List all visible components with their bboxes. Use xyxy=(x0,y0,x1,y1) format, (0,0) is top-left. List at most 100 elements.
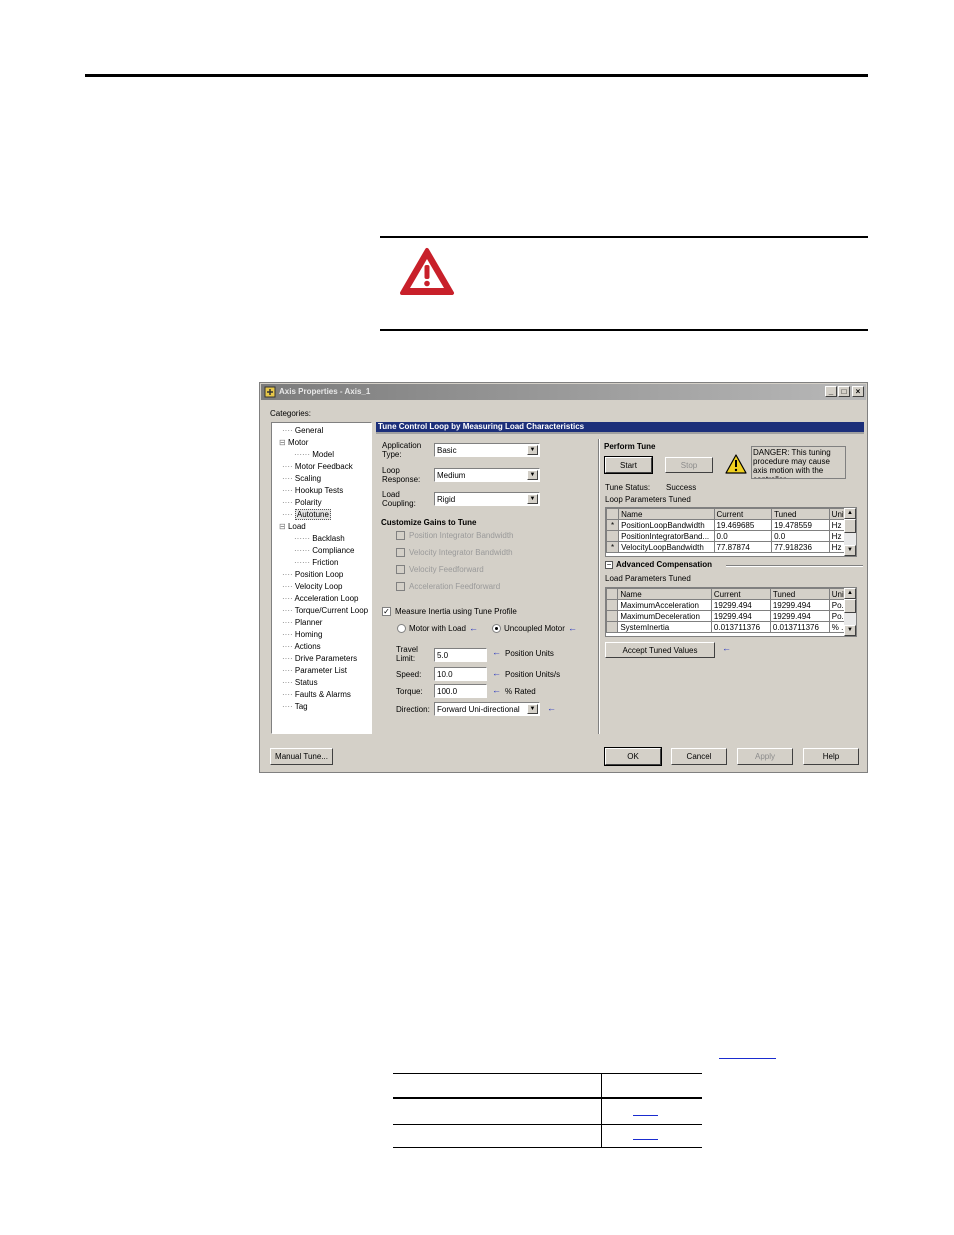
column-header[interactable]: Tuned xyxy=(769,588,830,600)
table-row[interactable]: * PositionLoopBandwidth 19.469685 19.478559… xyxy=(605,519,857,531)
table-row[interactable]: MaximumDeceleration 19299.494 19299.494 Po.… xyxy=(605,610,857,622)
category-item[interactable]: ······ Friction xyxy=(294,558,338,567)
load-parameters-grid[interactable]: Name Current Tuned Units MaximumAcceleration… xyxy=(605,587,857,637)
stop-button[interactable]: Stop xyxy=(665,457,713,473)
category-item[interactable]: ···· Acceleration Loop xyxy=(282,594,358,603)
category-item[interactable]: ···· Torque/Current Loop xyxy=(282,606,368,615)
category-item[interactable]: ···· Hookup Tests xyxy=(282,486,343,495)
load-coupling-select[interactable]: Rigid ▼ xyxy=(434,492,540,506)
load-grid-scrollbar[interactable]: ▲ ▼ xyxy=(844,588,856,636)
cross-reference-link-line[interactable] xyxy=(719,1058,776,1059)
chevron-down-icon[interactable]: ▼ xyxy=(527,704,538,714)
category-item[interactable]: ···· Velocity Loop xyxy=(282,582,342,591)
motor-with-load-radio[interactable] xyxy=(397,624,406,633)
chevron-down-icon[interactable]: ▼ xyxy=(527,445,538,455)
category-item[interactable]: ···· Drive Parameters xyxy=(282,654,357,663)
advanced-compensation-heading: Advanced Compensation xyxy=(616,560,713,569)
arrow-left-icon: ← xyxy=(547,703,556,713)
category-item[interactable]: ···· Homing xyxy=(282,630,322,639)
help-button[interactable]: Help xyxy=(803,748,859,765)
loop-parameters-grid[interactable]: Name Current Tuned Units * PositionLoopBandwi… xyxy=(605,507,857,557)
scroll-up-icon[interactable]: ▲ xyxy=(844,508,856,519)
close-button[interactable]: × xyxy=(852,386,864,397)
tree-branch-icon: ···· xyxy=(282,474,295,483)
cell-mark: * xyxy=(605,519,620,531)
table-row[interactable]: MaximumAcceleration 19299.494 19299.494 Po.… xyxy=(605,599,857,611)
doc-table-row-link[interactable] xyxy=(633,1115,658,1116)
direction-select[interactable]: Forward Uni-directional ▼ xyxy=(434,702,540,716)
cell-name: SystemInertia xyxy=(617,621,712,633)
category-item[interactable]: ······ Backlash xyxy=(294,534,345,543)
category-label: Homing xyxy=(294,630,323,639)
category-item[interactable]: ⊟ Motor xyxy=(279,438,308,447)
category-item[interactable]: ···· Polarity xyxy=(282,498,322,507)
loop-grid-scrollbar[interactable]: ▲ ▼ xyxy=(844,508,856,556)
column-header[interactable]: Tuned xyxy=(771,508,830,520)
column-header[interactable]: Current xyxy=(713,508,773,520)
start-button[interactable]: Start xyxy=(604,456,653,474)
ok-button[interactable]: OK xyxy=(604,747,662,766)
apply-button[interactable]: Apply xyxy=(737,748,793,765)
velocity-feedforward-checkbox[interactable] xyxy=(396,565,405,574)
gain-label: Velocity Integrator Bandwidth xyxy=(409,548,513,557)
category-item[interactable]: ···· Planner xyxy=(282,618,322,627)
doc-table-row-link[interactable] xyxy=(633,1139,658,1140)
category-item[interactable]: ···· Status xyxy=(282,678,318,687)
chevron-down-icon[interactable]: ▼ xyxy=(527,470,538,480)
panel-header: Tune Control Loop by Measuring Load Char… xyxy=(376,422,864,432)
speed-input[interactable]: 10.0 xyxy=(434,667,487,681)
acceleration-feedforward-checkbox[interactable] xyxy=(396,582,405,591)
manual-tune-button[interactable]: Manual Tune... xyxy=(270,748,333,765)
application-type-label-1: Application xyxy=(382,441,422,450)
column-header[interactable]: Current xyxy=(710,588,771,600)
chevron-down-icon[interactable]: ▼ xyxy=(527,494,538,504)
tree-branch-icon: ···· xyxy=(282,702,295,711)
velocity-integrator-checkbox[interactable] xyxy=(396,548,405,557)
categories-tree[interactable]: ···· General ⊟ Motor ······ Model ···· Moto… xyxy=(271,422,372,734)
tree-branch-icon: ···· xyxy=(282,666,295,675)
category-item[interactable]: ···· Parameter List xyxy=(282,666,347,675)
category-item[interactable]: ···· Actions xyxy=(282,642,321,651)
accept-tuned-values-button[interactable]: Accept Tuned Values xyxy=(605,642,715,658)
column-header[interactable]: Name xyxy=(617,588,712,600)
scroll-down-icon[interactable]: ▼ xyxy=(844,625,856,636)
tree-collapse-icon[interactable]: ⊟ xyxy=(279,522,288,531)
minimize-button[interactable]: _ xyxy=(825,386,837,397)
doc-table-header-rule xyxy=(393,1097,702,1099)
category-item[interactable]: ···· Faults & Alarms xyxy=(282,690,351,699)
uncoupled-motor-radio[interactable] xyxy=(492,624,501,633)
scroll-thumb[interactable] xyxy=(844,519,856,533)
cancel-button[interactable]: Cancel xyxy=(671,748,727,765)
scroll-thumb[interactable] xyxy=(844,599,856,613)
torque-input[interactable]: 100.0 xyxy=(434,684,487,698)
scroll-up-icon[interactable]: ▲ xyxy=(844,588,856,599)
application-type-select[interactable]: Basic ▼ xyxy=(434,443,540,457)
category-item[interactable]: ···· Motor Feedback xyxy=(282,462,353,471)
tree-collapse-icon[interactable]: ⊟ xyxy=(279,438,288,447)
scroll-down-icon[interactable]: ▼ xyxy=(844,545,856,556)
loop-response-select[interactable]: Medium ▼ xyxy=(434,468,540,482)
table-row[interactable]: SystemInertia 0.013711376 0.013711376% ... xyxy=(605,621,857,633)
category-label: Backlash xyxy=(312,534,345,543)
grid-header-row: Name Current Tuned Units xyxy=(605,588,857,600)
column-header[interactable]: Name xyxy=(618,508,715,520)
table-row[interactable]: * VelocityLoopBandwidth 77.87874 77.918236 H… xyxy=(605,541,857,553)
travel-limit-input[interactable]: 5.0 xyxy=(434,648,487,662)
category-item[interactable]: ···· Position Loop xyxy=(282,570,343,579)
category-item[interactable]: ······ Compliance xyxy=(294,546,354,555)
maximize-button[interactable]: □ xyxy=(838,386,850,397)
measure-inertia-checkbox[interactable]: ✓ xyxy=(382,607,391,616)
category-item[interactable]: ···· General xyxy=(282,426,323,435)
collapse-icon[interactable]: − xyxy=(605,561,613,569)
table-row[interactable]: PositionIntegratorBand... 0.0 0.0 Hz xyxy=(605,530,857,542)
category-item[interactable]: ⊟ Load xyxy=(279,522,306,531)
category-item[interactable]: ···· Scaling xyxy=(282,474,321,483)
category-item[interactable]: ······ Model xyxy=(294,450,334,459)
category-label: Load xyxy=(287,522,306,531)
category-label: Autotune xyxy=(294,509,331,520)
travel-limit-label-1: Travel xyxy=(396,645,418,654)
position-integrator-checkbox[interactable] xyxy=(396,531,405,540)
category-item[interactable]: ···· Autotune xyxy=(282,509,331,520)
category-item[interactable]: ···· Tag xyxy=(282,702,308,711)
tree-branch-icon: ···· xyxy=(282,678,295,687)
